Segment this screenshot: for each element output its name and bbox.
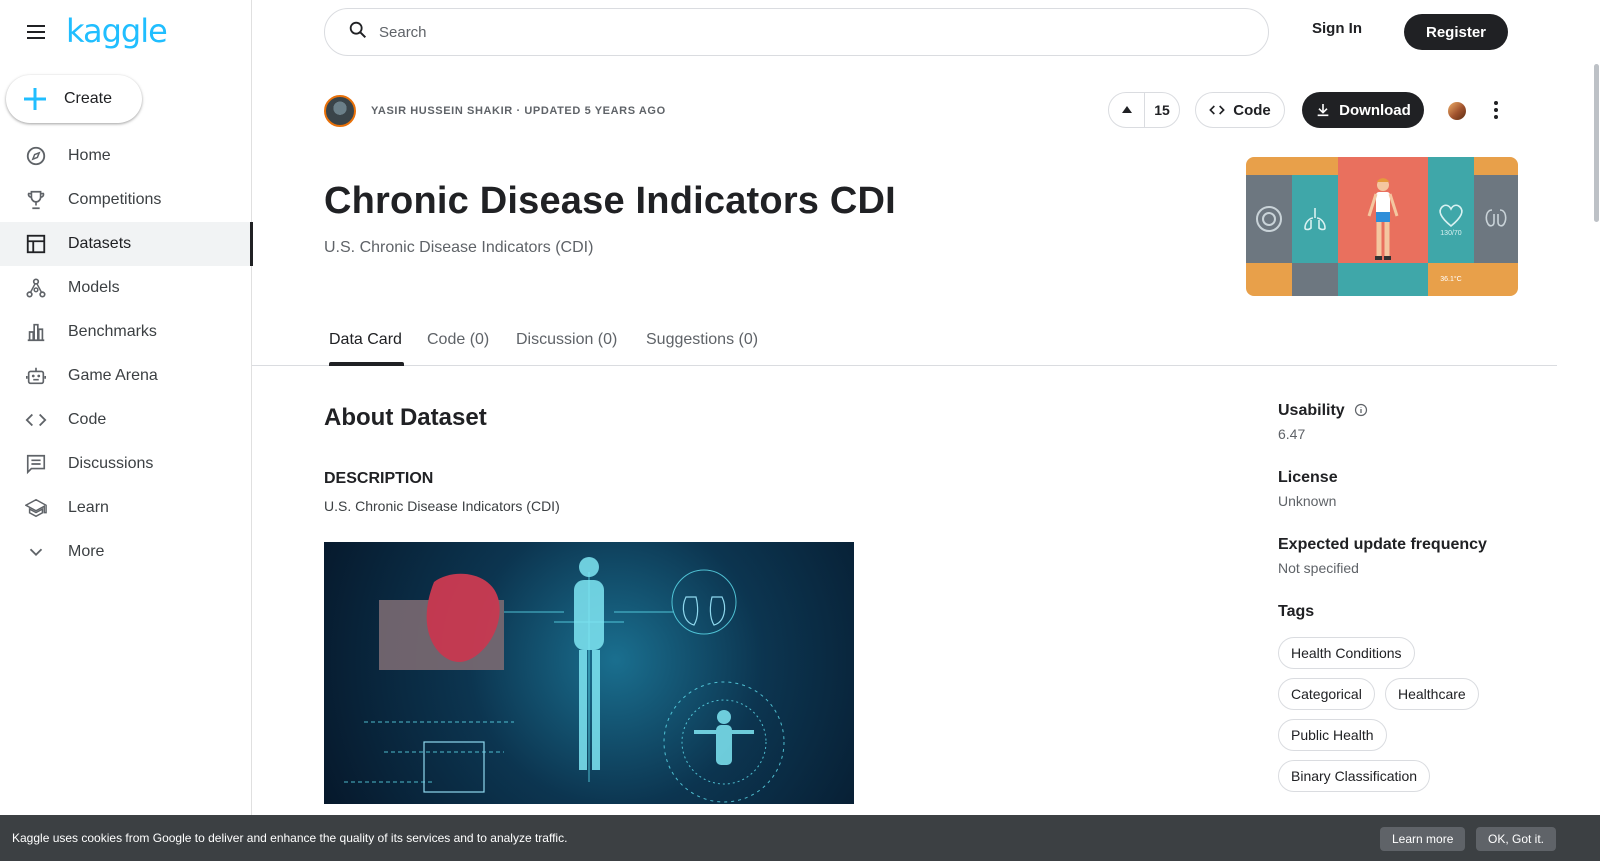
tag-chip[interactable]: Binary Classification bbox=[1278, 760, 1431, 792]
main-content: Sign In Register YASIR HUSSEIN SHAKIR · … bbox=[252, 0, 1600, 861]
sidebar-item-more[interactable]: More bbox=[0, 530, 252, 574]
create-button[interactable]: Create bbox=[6, 75, 142, 123]
description-heading: DESCRIPTION bbox=[324, 470, 434, 487]
plus-icon bbox=[6, 86, 64, 112]
more-options-icon[interactable] bbox=[1484, 98, 1508, 122]
license-label: License bbox=[1278, 469, 1338, 486]
sidebar-item-label: Learn bbox=[68, 499, 109, 516]
sidebar-item-label: More bbox=[68, 543, 105, 560]
register-button[interactable]: Register bbox=[1404, 14, 1508, 50]
code-icon bbox=[1209, 105, 1226, 115]
sidebar-item-home[interactable]: Home bbox=[0, 134, 252, 178]
comment-icon bbox=[24, 452, 48, 476]
hamburger-menu-icon[interactable] bbox=[24, 20, 48, 44]
tab-discussion[interactable]: Discussion (0) bbox=[516, 331, 617, 349]
tab-code[interactable]: Code (0) bbox=[427, 331, 489, 349]
table-icon bbox=[24, 232, 48, 256]
upvote-arrow-icon[interactable] bbox=[1109, 93, 1145, 127]
compass-icon bbox=[24, 144, 48, 168]
code-button-label: Code bbox=[1233, 101, 1271, 119]
tab-bar: Data Card Code (0) Discussion (0) Sugges… bbox=[252, 318, 1557, 366]
sidebar-item-label: Competitions bbox=[68, 191, 162, 208]
sidebar-item-competitions[interactable]: Competitions bbox=[0, 178, 252, 222]
search-icon bbox=[347, 19, 369, 46]
tab-suggestions[interactable]: Suggestions (0) bbox=[646, 331, 758, 349]
tag-chip[interactable]: Healthcare bbox=[1385, 678, 1479, 710]
tag-chip[interactable]: Public Health bbox=[1278, 719, 1387, 751]
usability-label: Usability bbox=[1278, 402, 1345, 419]
about-heading: About Dataset bbox=[324, 404, 487, 431]
author-updated-text[interactable]: YASIR HUSSEIN SHAKIR · UPDATED 5 YEARS A… bbox=[371, 105, 666, 117]
sidebar-item-label: Code bbox=[68, 411, 107, 428]
usability-value: 6.47 bbox=[1278, 426, 1306, 442]
chevron-down-icon bbox=[24, 540, 48, 564]
update-frequency-value: Not specified bbox=[1278, 560, 1359, 576]
description-image bbox=[324, 542, 854, 804]
trophy-icon bbox=[24, 188, 48, 212]
sign-in-link[interactable]: Sign In bbox=[1312, 20, 1362, 37]
tag-chip[interactable]: Health Conditions bbox=[1278, 637, 1415, 669]
info-icon[interactable] bbox=[1354, 403, 1368, 422]
sidebar-header: kaggle bbox=[0, 0, 252, 64]
sidebar-item-models[interactable]: Models bbox=[0, 266, 252, 310]
sidebar: kaggle Create Home Competitions Datasets… bbox=[0, 0, 253, 861]
active-tab-indicator bbox=[329, 362, 404, 366]
sidebar-nav: Home Competitions Datasets Models Benchm… bbox=[0, 134, 253, 574]
sidebar-item-learn[interactable]: Learn bbox=[0, 486, 252, 530]
sidebar-item-datasets[interactable]: Datasets bbox=[0, 222, 253, 266]
sidebar-item-discussions[interactable]: Discussions bbox=[0, 442, 252, 486]
sidebar-item-label: Models bbox=[68, 279, 120, 296]
bar-chart-icon bbox=[24, 320, 48, 344]
sidebar-item-label: Home bbox=[68, 147, 111, 164]
vote-button: 15 bbox=[1108, 92, 1180, 128]
tab-data-card[interactable]: Data Card bbox=[329, 331, 402, 349]
download-icon bbox=[1317, 104, 1329, 117]
tags-label: Tags bbox=[1278, 603, 1315, 620]
page-scrollbar[interactable] bbox=[1594, 64, 1599, 222]
page-subtitle: U.S. Chronic Disease Indicators (CDI) bbox=[324, 239, 594, 256]
robot-icon bbox=[24, 364, 48, 388]
search-bar[interactable] bbox=[324, 8, 1269, 56]
description-text: U.S. Chronic Disease Indicators (CDI) bbox=[324, 498, 560, 514]
sidebar-item-code[interactable]: Code bbox=[0, 398, 252, 442]
learn-more-button[interactable]: Learn more bbox=[1380, 827, 1466, 851]
create-label: Create bbox=[64, 90, 113, 107]
code-icon bbox=[24, 408, 48, 432]
dataset-cover-image: 130/70 36.1°C bbox=[1246, 157, 1518, 296]
bronze-medal-icon[interactable] bbox=[1448, 102, 1466, 120]
sidebar-item-label: Game Arena bbox=[68, 367, 158, 384]
page-title: Chronic Disease Indicators CDI bbox=[324, 180, 896, 222]
download-button-label: Download bbox=[1339, 101, 1411, 119]
avatar[interactable] bbox=[324, 95, 356, 127]
cookie-ok-button[interactable]: OK, Got it. bbox=[1476, 827, 1557, 851]
cookie-banner: Kaggle uses cookies from Google to deliv… bbox=[0, 815, 1600, 861]
download-button[interactable]: Download bbox=[1302, 92, 1424, 128]
sidebar-item-label: Discussions bbox=[68, 455, 154, 472]
search-input[interactable] bbox=[379, 23, 1179, 41]
sidebar-item-label: Benchmarks bbox=[68, 323, 157, 340]
vote-count[interactable]: 15 bbox=[1145, 102, 1179, 118]
kaggle-logo[interactable]: kaggle bbox=[66, 12, 168, 50]
school-icon bbox=[24, 496, 48, 520]
sidebar-item-benchmarks[interactable]: Benchmarks bbox=[0, 310, 252, 354]
tag-chip[interactable]: Categorical bbox=[1278, 678, 1375, 710]
sidebar-item-label: Datasets bbox=[68, 235, 132, 252]
models-icon bbox=[24, 276, 48, 300]
code-button[interactable]: Code bbox=[1195, 92, 1285, 128]
sidebar-item-game-arena[interactable]: Game Arena bbox=[0, 354, 252, 398]
update-frequency-label: Expected update frequency bbox=[1278, 536, 1487, 553]
license-value[interactable]: Unknown bbox=[1278, 493, 1336, 509]
author-row: YASIR HUSSEIN SHAKIR · UPDATED 5 YEARS A… bbox=[324, 95, 666, 127]
cookie-message: Kaggle uses cookies from Google to deliv… bbox=[12, 831, 568, 845]
